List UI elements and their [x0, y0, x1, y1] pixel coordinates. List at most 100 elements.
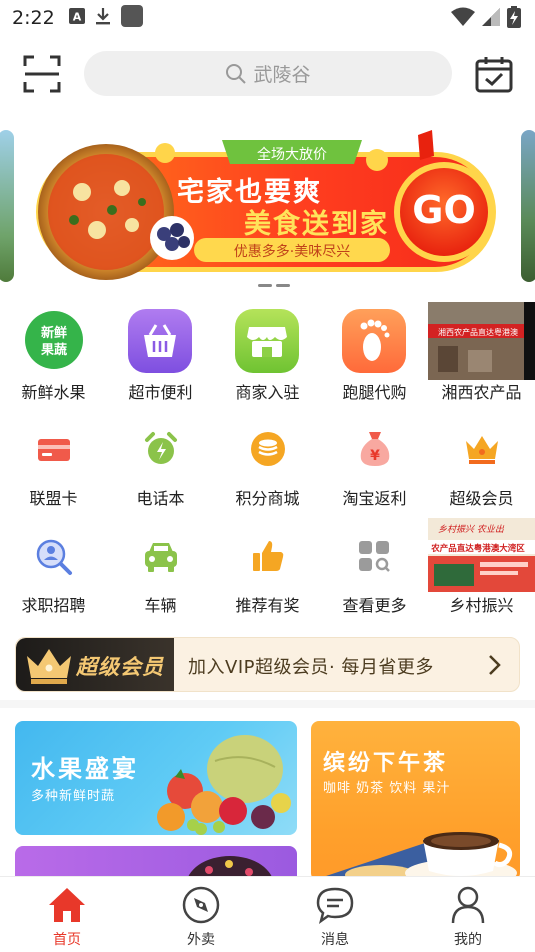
grid-label: 推荐有奖 [235, 596, 300, 615]
grid-label: 求职招聘 [21, 596, 86, 615]
fruit-image [157, 735, 291, 835]
thumbs-up-icon [253, 541, 284, 571]
vip-crown-icon [27, 649, 71, 684]
app-notification-icon [120, 4, 143, 32]
svg-text:湘西农产品直达粤港澳: 湘西农产品直达粤港澳 [438, 327, 518, 337]
grid-item-supermarket[interactable]: 超市便利 [107, 305, 214, 410]
quick-grid-row-2: 联盟卡 电话本 积分商城 ¥ 淘宝返利 超级会员 [0, 425, 535, 515]
quick-grid-row-3: 求职招聘 车辆 推荐有奖 查看更多 乡村振兴 农业出 农产品直达粤港澳大湾区 乡… [0, 518, 535, 618]
section-divider [0, 700, 535, 708]
grid-item-errand[interactable]: 跑腿代购 [321, 305, 428, 410]
more-grid-icon [359, 541, 390, 572]
home-icon [49, 888, 85, 922]
alarm-clock-icon [145, 432, 177, 464]
status-bar: 2:22 A [0, 0, 535, 36]
card-icon [38, 439, 70, 461]
car-icon [145, 543, 177, 572]
tab-home[interactable]: 首页 [0, 877, 134, 952]
basket-icon [128, 309, 192, 373]
grid-item-fresh-fruit[interactable]: 新鲜 果蔬 新鲜水果 [0, 305, 107, 410]
grid-label: 电话本 [136, 489, 185, 508]
food-delivery-banner[interactable]: 全场大放价 宅家也要爽 美食送到家 GO 优惠多多·美味尽兴 [22, 130, 514, 282]
grid-label: 联盟卡 [29, 489, 78, 508]
vip-badge: 超级会员 [16, 638, 174, 691]
promo-fruit-title: 水果盛宴 [31, 755, 139, 783]
grid-item-merchant-join[interactable]: 商家入驻 [214, 305, 321, 410]
grid-label: 查看更多 [342, 596, 407, 615]
grid-label: 超市便利 [128, 383, 193, 402]
banner-go-label: GO [412, 188, 476, 232]
grid-item-rural-revitalization[interactable]: 乡村振兴 农业出 农产品直达粤港澳大湾区 乡村振兴 [428, 518, 535, 618]
banner-slogan: 优惠多多·美味尽兴 [233, 244, 351, 260]
grid-label: 商家入驻 [235, 383, 300, 402]
grid-item-phonebook[interactable]: 电话本 [107, 425, 214, 515]
coin-stack-icon [251, 432, 285, 466]
promo-tea-title: 缤纷下午茶 [323, 751, 449, 776]
calendar-check-icon[interactable] [474, 54, 514, 94]
promo-tea-subtitle: 咖啡 奶茶 饮料 果汁 [323, 781, 451, 796]
search-input[interactable]: 武陵谷 [84, 51, 452, 96]
grid-label: 车辆 [144, 596, 177, 615]
job-search-icon [36, 539, 72, 575]
tab-profile[interactable]: 我的 [401, 877, 535, 952]
svg-text:A: A [72, 11, 81, 24]
grid-item-see-more[interactable]: 查看更多 [321, 518, 428, 618]
footprint-icon [342, 309, 406, 373]
svg-text:乡村振兴 农业出: 乡村振兴 农业出 [438, 524, 505, 535]
market-photo: 湘西农产品直达粤港澳 [428, 302, 535, 380]
svg-text:果蔬: 果蔬 [40, 342, 67, 358]
chat-bubble-icon [316, 887, 354, 924]
bottom-tab-bar: 首页 外卖 消息 我的 [0, 876, 535, 952]
grid-label: 淘宝返利 [342, 489, 407, 508]
grid-label: 新鲜水果 [21, 383, 86, 402]
promo-fruit-feast[interactable]: 水果盛宴 多种新鲜时蔬 [15, 721, 297, 835]
grid-item-alliance-card[interactable]: 联盟卡 [0, 425, 107, 515]
status-time: 2:22 [12, 7, 55, 29]
wifi-icon [451, 7, 475, 26]
top-header: 武陵谷 [0, 44, 535, 104]
tab-label: 首页 [53, 932, 81, 948]
tab-messages[interactable]: 消息 [268, 877, 402, 952]
signal-icon [482, 8, 500, 26]
tab-label: 我的 [454, 932, 482, 948]
grid-item-super-member[interactable]: 超级会员 [428, 425, 535, 515]
grid-label: 超级会员 [449, 489, 514, 508]
tab-takeout[interactable]: 外卖 [134, 877, 268, 952]
grid-item-vehicles[interactable]: 车辆 [107, 518, 214, 618]
svg-text:新鲜: 新鲜 [41, 325, 67, 341]
banner-headline-2: 美食送到家 [244, 209, 389, 240]
grid-label: 湘西农产品 [441, 383, 522, 402]
chevron-right-icon [489, 655, 501, 675]
vip-membership-banner[interactable]: 超级会员 加入VIP超级会员· 每月省更多 [15, 637, 520, 692]
compass-icon [182, 886, 220, 924]
quick-grid-row-1: 新鲜 果蔬 新鲜水果 超市便利 商家入驻 跑腿代购 湘西农产品直达粤港澳 湘西农… [0, 302, 535, 410]
grid-label: 跑腿代购 [342, 383, 407, 402]
font-notification-icon: A [68, 7, 85, 29]
vip-badge-label: 超级会员 [76, 655, 164, 679]
grid-label: 积分商城 [235, 489, 300, 508]
grid-item-jobs[interactable]: 求职招聘 [0, 518, 107, 618]
tab-label: 外卖 [187, 932, 215, 948]
carousel-indicator [258, 284, 290, 287]
battery-charging-icon [507, 6, 521, 28]
money-bag-icon: ¥ [360, 432, 390, 466]
crown-icon [466, 436, 498, 464]
svg-text:农产品直达粤港澳大湾区: 农产品直达粤港澳大湾区 [430, 543, 525, 554]
grid-item-points-mall[interactable]: 积分商城 [214, 425, 321, 515]
banner-carousel[interactable]: 全场大放价 宅家也要爽 美食送到家 GO 优惠多多·美味尽兴 [0, 130, 535, 285]
next-banner-peek[interactable] [521, 130, 535, 282]
scan-icon[interactable] [22, 54, 62, 94]
search-placeholder: 武陵谷 [253, 64, 311, 86]
svg-text:¥: ¥ [370, 448, 380, 464]
grid-item-referral-reward[interactable]: 推荐有奖 [214, 518, 321, 618]
status-right [451, 6, 521, 28]
grid-item-taobao-rebate[interactable]: ¥ 淘宝返利 [321, 425, 428, 515]
prev-banner-peek[interactable] [0, 130, 14, 282]
banner-top-tag: 全场大放价 [257, 147, 327, 163]
fruit-veg-icon: 新鲜 果蔬 [25, 311, 83, 369]
grid-item-xiangxi-products[interactable]: 湘西农产品直达粤港澳 湘西农产品 [428, 302, 535, 410]
promo-fruit-subtitle: 多种新鲜时蔬 [31, 789, 116, 804]
search-icon [226, 63, 247, 84]
billboard-photo: 乡村振兴 农业出 农产品直达粤港澳大湾区 [428, 518, 535, 592]
promo-afternoon-tea[interactable]: 缤纷下午茶 咖啡 奶茶 饮料 果汁 [311, 721, 520, 881]
